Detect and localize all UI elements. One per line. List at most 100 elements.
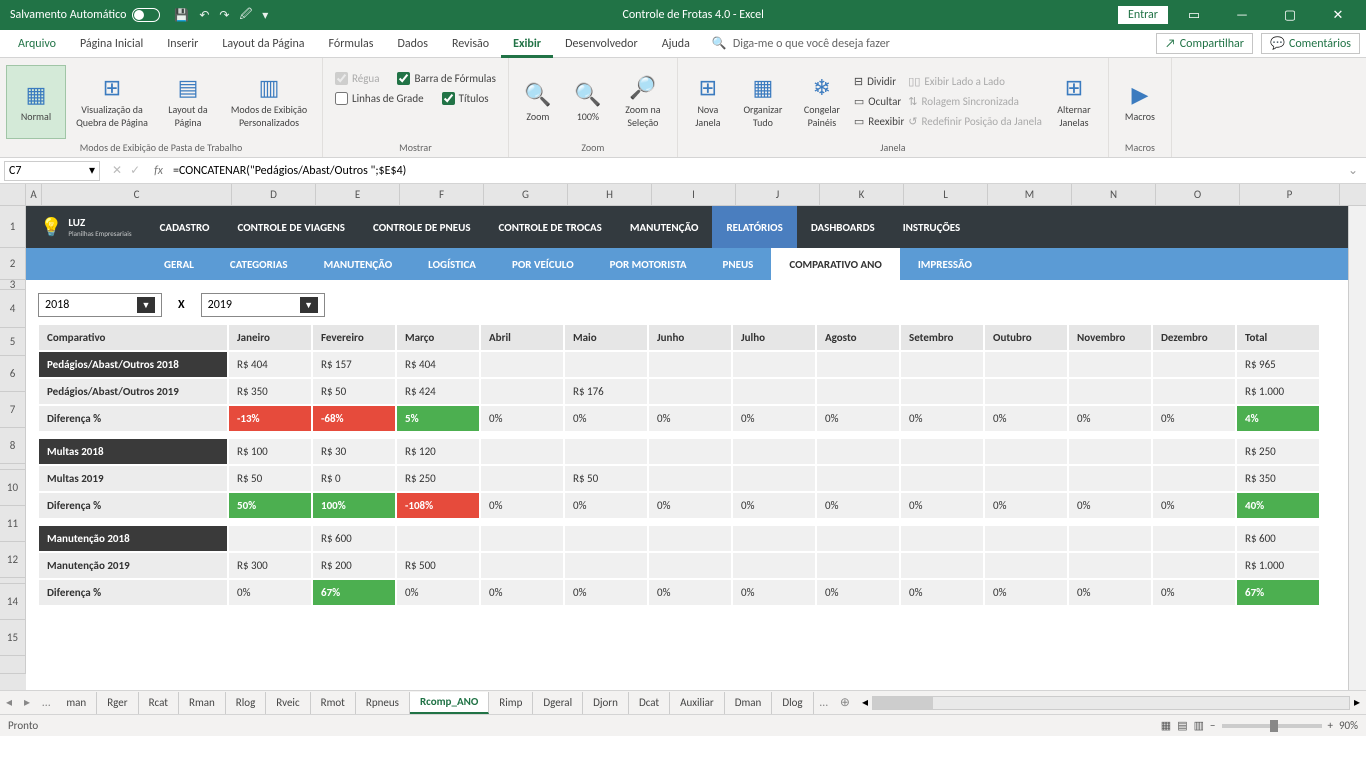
pct-cell[interactable]: 0%: [480, 579, 564, 606]
data-cell[interactable]: [1152, 525, 1236, 552]
appnav-item[interactable]: CONTROLE DE VIAGENS: [224, 206, 359, 248]
col-header[interactable]: N: [1072, 184, 1156, 205]
dropdown-icon[interactable]: ▾: [262, 8, 268, 23]
data-cell[interactable]: R$ 50: [312, 378, 396, 405]
table-header[interactable]: Setembro: [900, 324, 984, 351]
row-header[interactable]: 14: [0, 584, 26, 620]
pct-cell[interactable]: 0%: [648, 405, 732, 432]
col-header[interactable]: G: [484, 184, 568, 205]
data-cell[interactable]: R$ 250: [396, 465, 480, 492]
scroll-right-icon[interactable]: ▸: [1354, 695, 1360, 710]
table-header[interactable]: Fevereiro: [312, 324, 396, 351]
pct-cell[interactable]: 0%: [480, 405, 564, 432]
view-pagebreak-button[interactable]: ⊞Visualização da Quebra de Página: [70, 65, 154, 139]
pct-cell[interactable]: 0%: [732, 405, 816, 432]
data-cell[interactable]: R$ 176: [564, 378, 648, 405]
table-header[interactable]: Comparativo: [38, 324, 228, 351]
pct-cell[interactable]: 0%: [816, 492, 900, 519]
sheet-tab[interactable]: Dlog: [772, 692, 813, 714]
tab-desenvolvedor[interactable]: Desenvolvedor: [553, 30, 650, 58]
pct-cell[interactable]: -108%: [396, 492, 480, 519]
data-cell[interactable]: [1068, 438, 1152, 465]
col-header[interactable]: L: [904, 184, 988, 205]
new-window-button[interactable]: ⊞Nova Janela: [684, 65, 732, 139]
col-header[interactable]: O: [1156, 184, 1240, 205]
sheet-tab[interactable]: Dgeral: [533, 692, 583, 714]
scroll-left-icon[interactable]: ◂: [862, 695, 868, 710]
row-header[interactable]: 2: [0, 248, 26, 280]
data-cell[interactable]: R$ 250: [1236, 438, 1320, 465]
subnav-item[interactable]: CATEGORIAS: [212, 248, 306, 280]
data-cell[interactable]: [1152, 465, 1236, 492]
data-cell[interactable]: [1068, 552, 1152, 579]
pct-cell[interactable]: 0%: [900, 405, 984, 432]
row-header[interactable]: 11: [0, 506, 26, 542]
data-cell[interactable]: [900, 378, 984, 405]
data-cell[interactable]: R$ 600: [312, 525, 396, 552]
appnav-item[interactable]: CONTROLE DE TROCAS: [485, 206, 616, 248]
sheet-tab[interactable]: man: [56, 692, 97, 714]
data-cell[interactable]: [1068, 465, 1152, 492]
pct-cell[interactable]: 0%: [900, 492, 984, 519]
appnav-item[interactable]: DASHBOARDS: [797, 206, 889, 248]
tab-fórmulas[interactable]: Fórmulas: [317, 30, 386, 58]
zoom-selection-button[interactable]: 🔎Zoom na Seleção: [615, 65, 671, 139]
data-cell[interactable]: [900, 552, 984, 579]
data-cell[interactable]: [900, 465, 984, 492]
data-cell[interactable]: [1152, 438, 1236, 465]
select-all-button[interactable]: [0, 184, 26, 205]
zoom-button[interactable]: 🔍Zoom: [515, 65, 561, 139]
tab-layout-da-página[interactable]: Layout da Página: [210, 30, 316, 58]
pct-cell[interactable]: 0%: [228, 579, 312, 606]
data-cell[interactable]: [396, 525, 480, 552]
tab-ajuda[interactable]: Ajuda: [650, 30, 702, 58]
undo-icon[interactable]: ↶: [199, 8, 209, 23]
autosave-toggle[interactable]: Salvamento Automático: [10, 8, 160, 22]
tab-nav-prev[interactable]: ◂: [0, 695, 18, 710]
data-cell[interactable]: [900, 525, 984, 552]
data-cell[interactable]: [480, 378, 564, 405]
save-icon[interactable]: 💾: [174, 8, 189, 23]
cancel-icon[interactable]: ✕: [112, 163, 122, 178]
data-cell[interactable]: [816, 378, 900, 405]
formula-input[interactable]: =CONCATENAR("Pedágios/Abast/Outros ";$E$…: [169, 164, 1340, 178]
data-cell[interactable]: R$ 0: [312, 465, 396, 492]
sheet-tab[interactable]: Rger: [97, 692, 138, 714]
zoom-in-icon[interactable]: +: [1328, 719, 1333, 732]
ribbon-mode-icon[interactable]: ▭: [1172, 8, 1216, 23]
sheet-tab[interactable]: Dcat: [629, 692, 670, 714]
tab-file[interactable]: Arquivo: [6, 30, 68, 58]
sheet-tab[interactable]: Rlog: [226, 692, 266, 714]
data-cell[interactable]: [732, 438, 816, 465]
subnav-item[interactable]: PNEUS: [705, 248, 772, 280]
zoom-value[interactable]: 90%: [1339, 719, 1358, 732]
pct-cell[interactable]: 67%: [312, 579, 396, 606]
table-header[interactable]: Novembro: [1068, 324, 1152, 351]
tab-revisão[interactable]: Revisão: [440, 30, 501, 58]
view-break-icon[interactable]: ▥: [1194, 719, 1204, 732]
data-cell[interactable]: [648, 465, 732, 492]
chk-formulabar[interactable]: Barra de Fórmulas: [397, 68, 495, 88]
table-header[interactable]: Março: [396, 324, 480, 351]
data-cell[interactable]: [1068, 351, 1152, 378]
data-cell[interactable]: [900, 438, 984, 465]
section-title2[interactable]: Manutenção 2019: [38, 552, 228, 579]
data-cell[interactable]: R$ 200: [312, 552, 396, 579]
data-cell[interactable]: R$ 350: [1236, 465, 1320, 492]
subnav-item[interactable]: LOGÍSTICA: [410, 248, 494, 280]
pct-cell[interactable]: -68%: [312, 405, 396, 432]
tab-inserir[interactable]: Inserir: [155, 30, 210, 58]
sheet-tab[interactable]: Rmot: [311, 692, 356, 714]
data-cell[interactable]: [1068, 525, 1152, 552]
hide-button[interactable]: ▭Ocultar: [854, 92, 904, 112]
data-cell[interactable]: [984, 378, 1068, 405]
sheet-tab[interactable]: Djorn: [583, 692, 629, 714]
data-cell[interactable]: [480, 465, 564, 492]
name-box[interactable]: C7▾: [4, 161, 100, 181]
pct-cell[interactable]: 0%: [984, 579, 1068, 606]
redo-icon[interactable]: ↷: [219, 8, 229, 23]
tab-nav-next[interactable]: ▸: [18, 695, 36, 710]
data-cell[interactable]: R$ 120: [396, 438, 480, 465]
pct-cell[interactable]: 0%: [1068, 405, 1152, 432]
tellme-search[interactable]: 🔍 Diga-me o que você deseja fazer: [712, 36, 1156, 51]
